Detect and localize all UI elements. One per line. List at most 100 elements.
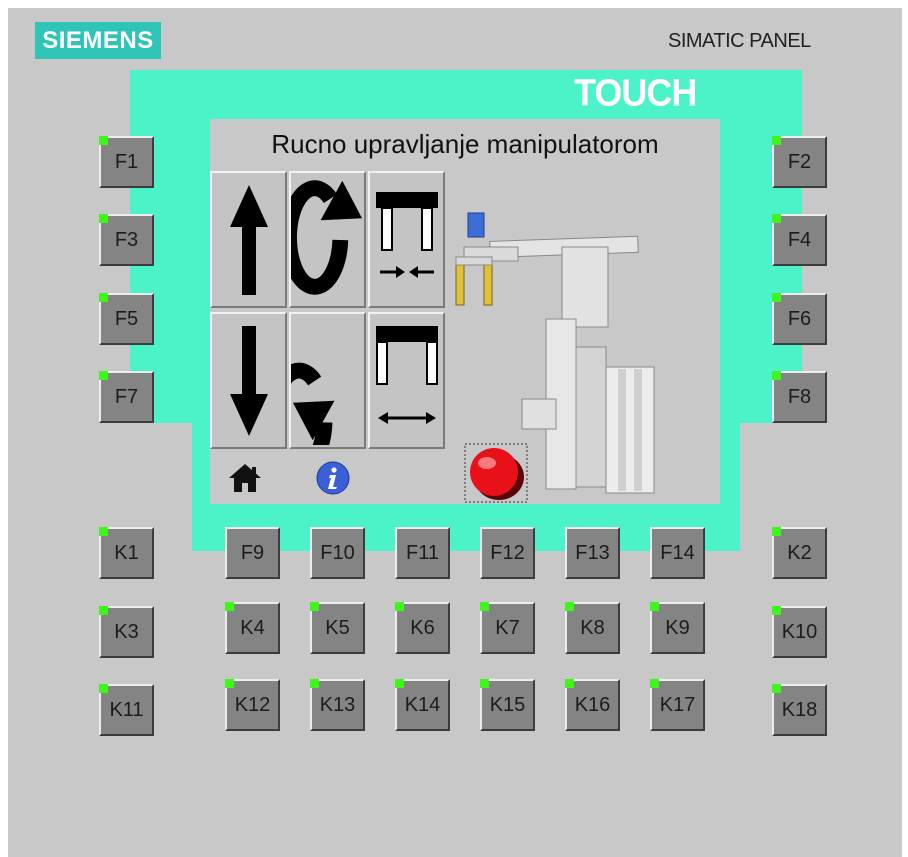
key-label: K13 [319,693,356,716]
key-k16[interactable]: K16 [565,679,620,731]
led-indicator [99,527,108,536]
rotate-counterclockwise-icon [291,362,335,445]
emergency-stop-button[interactable] [464,443,528,508]
key-label: K2 [787,541,812,564]
key-k9[interactable]: K9 [650,602,705,654]
key-label: F7 [114,385,139,408]
model-label: SIMATIC PANEL [668,30,811,52]
key-f7[interactable]: F7 [99,371,154,423]
key-f2[interactable]: F2 [772,136,827,188]
key-label: F3 [114,228,139,251]
key-f1[interactable]: F1 [99,136,154,188]
key-k8[interactable]: K8 [565,602,620,654]
key-k2[interactable]: K2 [772,527,827,579]
key-k7[interactable]: K7 [480,602,535,654]
key-f11[interactable]: F11 [395,527,450,579]
led-indicator [99,214,108,223]
key-f14[interactable]: F14 [650,527,705,579]
key-k5[interactable]: K5 [310,602,365,654]
move-up-button[interactable] [210,171,287,308]
key-f5[interactable]: F5 [99,293,154,345]
key-label: F1 [114,150,139,173]
led-indicator [310,679,319,688]
key-label: F12 [490,541,525,564]
key-f9[interactable]: F9 [225,527,280,579]
led-indicator [99,684,108,693]
led-indicator [99,136,108,145]
key-f12[interactable]: F12 [480,527,535,579]
led-indicator [395,602,404,611]
key-label: K8 [580,616,605,639]
key-label: F4 [787,228,812,251]
screen-title: Rucno upravljanje manipulatorom [271,129,659,159]
key-label: F2 [787,150,812,173]
key-label: K4 [240,616,265,639]
key-k3[interactable]: K3 [99,606,154,658]
key-k6[interactable]: K6 [395,602,450,654]
key-f8[interactable]: F8 [772,371,827,423]
key-label: K17 [659,693,696,716]
gripper-close-button[interactable] [368,171,445,308]
key-label: F13 [575,541,610,564]
key-f6[interactable]: F6 [772,293,827,345]
led-indicator [650,679,659,688]
led-indicator [772,527,781,536]
led-indicator [772,606,781,615]
led-indicator [395,679,404,688]
led-indicator [225,679,234,688]
key-f10[interactable]: F10 [310,527,365,579]
key-label: K7 [495,616,520,639]
key-label: F14 [660,541,695,564]
key-label: K6 [410,616,435,639]
led-indicator [565,602,574,611]
rotate-clockwise-icon [291,179,363,295]
led-indicator [480,602,489,611]
key-label: K11 [109,698,144,721]
home-button[interactable] [228,463,262,498]
key-label: K15 [489,693,526,716]
key-k15[interactable]: K15 [480,679,535,731]
led-indicator [772,684,781,693]
led-indicator [565,679,574,688]
touch-screen: Rucno upravljanje manipulatorom [210,119,720,504]
led-indicator [225,602,234,611]
led-indicator [772,136,781,145]
led-indicator [772,293,781,302]
led-indicator [99,293,108,302]
key-f3[interactable]: F3 [99,214,154,266]
gripper-open-icon [375,325,438,424]
gripper-close-icon [375,191,438,278]
led-indicator [310,602,319,611]
key-k10[interactable]: K10 [772,606,827,658]
key-k12[interactable]: K12 [225,679,280,731]
key-label: F8 [787,385,812,408]
key-f4[interactable]: F4 [772,214,827,266]
key-label: F10 [320,541,355,564]
led-indicator [650,602,659,611]
led-indicator [772,371,781,380]
rotate-counterclockwise-button[interactable] [289,312,366,449]
key-k4[interactable]: K4 [225,602,280,654]
key-label: K5 [325,616,350,639]
key-k13[interactable]: K13 [310,679,365,731]
key-k11[interactable]: K11 [99,684,154,736]
key-k14[interactable]: K14 [395,679,450,731]
key-label: K14 [404,693,441,716]
key-k1[interactable]: K1 [99,527,154,579]
key-label: F5 [114,307,139,330]
stop-button-icon [464,443,528,503]
info-icon [316,461,350,495]
info-button[interactable] [316,461,350,500]
touch-label: TOUCH [574,70,697,114]
key-k17[interactable]: K17 [650,679,705,731]
home-icon [229,464,261,492]
key-label: F6 [787,307,812,330]
led-indicator [480,679,489,688]
rotate-clockwise-button[interactable] [289,171,366,308]
led-indicator [99,371,108,380]
key-k18[interactable]: K18 [772,684,827,736]
key-label: K12 [234,693,271,716]
key-f13[interactable]: F13 [565,527,620,579]
gripper-open-button[interactable] [368,312,445,449]
move-down-button[interactable] [210,312,287,449]
